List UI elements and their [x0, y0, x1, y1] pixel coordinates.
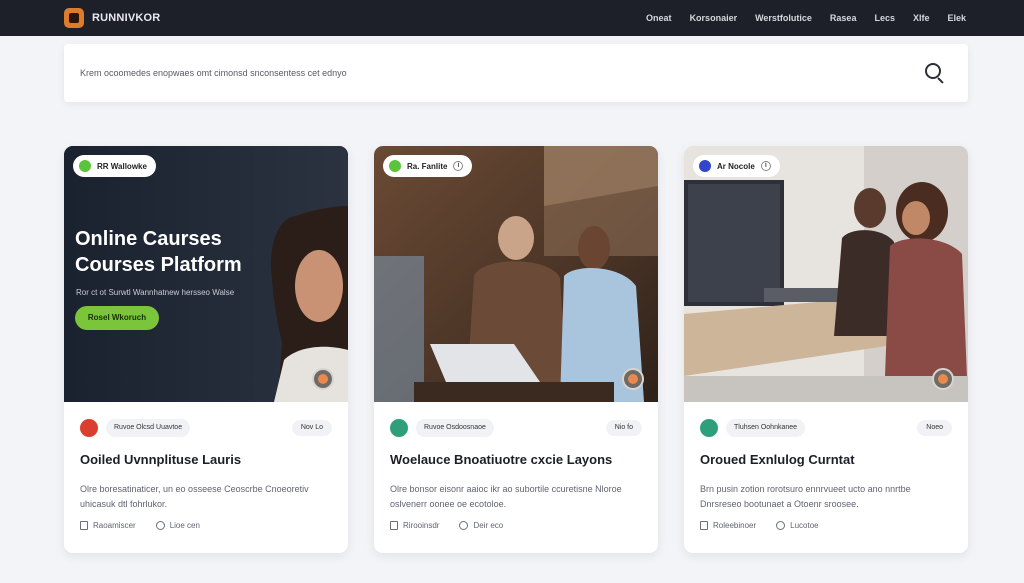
card-title[interactable]: Oroued Exnlulog Curntat: [700, 452, 952, 467]
info-icon[interactable]: i: [760, 161, 771, 171]
card-title[interactable]: Ooiled Uvnnplituse Lauris: [80, 452, 332, 467]
instructor-badge-icon: [312, 368, 334, 390]
rating-badge: Nov Lo: [291, 420, 332, 436]
hero-title: Online Caurses Courses Platform: [75, 228, 242, 276]
card-title[interactable]: Woelauce Bnoatiuotre cxcie Layons: [390, 452, 642, 467]
avatar: [390, 419, 408, 437]
card-body: Ruvoe Olcsd Uuavtoe Nov Lo Ooiled Uvnnpl…: [64, 402, 348, 553]
card-footer: Raoamiscer Lioe cen: [80, 521, 200, 530]
search-icon[interactable]: [924, 62, 946, 84]
category-label: RR Wallowke: [97, 161, 147, 171]
card-footer: Rirooinsdr Deir eco: [390, 521, 503, 530]
category-pill[interactable]: Ar Nocole i: [693, 155, 780, 177]
rating-badge: Nio fo: [605, 420, 642, 436]
duration: Deir eco: [459, 521, 503, 530]
hero-cta-button[interactable]: Rosel Wkoruch: [75, 306, 159, 330]
brand[interactable]: RUNNIVKOR: [64, 8, 160, 28]
avatar: [700, 419, 718, 437]
category-label: Ar Nocole: [717, 161, 755, 171]
course-card[interactable]: RR Wallowke Online Caurses Courses Platf…: [64, 146, 348, 553]
nav-item[interactable]: Rasea: [830, 13, 857, 23]
hero-subtitle: Ror ct ot Surwtl Wannhatnew hersseo Wals…: [76, 288, 235, 297]
nav-item[interactable]: Xlfe: [913, 13, 930, 23]
card-meta: Tluhsen Oohnkanee Noeo: [700, 418, 952, 438]
card-description: Olre bonsor eisonr aaioc ikr ao subortil…: [390, 484, 622, 509]
course-photo: [684, 146, 968, 402]
avatar: [80, 419, 98, 437]
clock-icon: [459, 521, 469, 530]
nav-item[interactable]: Korsonaier: [690, 13, 738, 23]
category-label: Ra. Fanlite: [407, 161, 448, 171]
status-dot-icon: [79, 160, 91, 172]
hero-banner: RR Wallowke Online Caurses Courses Platf…: [64, 146, 348, 402]
duration: Lucotoe: [776, 521, 819, 530]
search-bar: [64, 44, 968, 102]
course-card[interactable]: Ar Nocole i Tluhsen Oohnkanee Noeo Oroue…: [684, 146, 968, 553]
author[interactable]: Ruvoe Osdoosnaoe: [390, 419, 494, 437]
card-footer: Roleebinoer Lucotoe: [700, 521, 819, 530]
status-dot-icon: [389, 160, 401, 172]
author-name: Tluhsen Oohnkanee: [726, 419, 806, 437]
top-navbar: RUNNIVKOR Oneat Korsonaier Werstfolutice…: [0, 0, 1024, 36]
author-name: Ruvoe Osdoosnaoe: [416, 419, 494, 437]
course-thumbnail: Ar Nocole i: [684, 146, 968, 402]
nav-item[interactable]: Werstfolutice: [755, 13, 812, 23]
lessons-count: Roleebinoer: [700, 521, 756, 530]
document-icon: [390, 521, 398, 530]
lessons-count: Raoamiscer: [80, 521, 136, 530]
info-icon[interactable]: i: [453, 161, 464, 171]
card-body: Tluhsen Oohnkanee Noeo Oroued Exnlulog C…: [684, 402, 968, 553]
card-meta: Ruvoe Olcsd Uuavtoe Nov Lo: [80, 418, 332, 438]
card-meta: Ruvoe Osdoosnaoe Nio fo: [390, 418, 642, 438]
nav-menu: Oneat Korsonaier Werstfolutice Rasea Lec…: [646, 13, 966, 23]
clock-icon: [155, 521, 165, 530]
author-name: Ruvoe Olcsd Uuavtoe: [106, 419, 191, 437]
document-icon: [80, 521, 88, 530]
author[interactable]: Ruvoe Olcsd Uuavtoe: [80, 419, 191, 437]
card-description: Brn pusin zotion rorotsuro ennrvueet uct…: [700, 484, 911, 509]
nav-item[interactable]: Oneat: [646, 13, 672, 23]
nav-item[interactable]: Lecs: [874, 13, 895, 23]
card-body: Ruvoe Osdoosnaoe Nio fo Woelauce Bnoatiu…: [374, 402, 658, 553]
status-dot-icon: [699, 160, 711, 172]
course-photo: [374, 146, 658, 402]
nav-item[interactable]: Elek: [947, 13, 966, 23]
course-thumbnail: Ra. Fanlite i: [374, 146, 658, 402]
search-input[interactable]: [80, 68, 780, 78]
duration: Lioe cen: [155, 521, 200, 530]
author[interactable]: Tluhsen Oohnkanee: [700, 419, 806, 437]
clock-icon: [776, 521, 786, 530]
brand-name: RUNNIVKOR: [92, 12, 161, 24]
instructor-badge-icon: [932, 368, 954, 390]
document-icon: [700, 521, 708, 530]
instructor-badge-icon: [622, 368, 644, 390]
brand-logo-icon: [64, 8, 84, 28]
lessons-count: Rirooinsdr: [390, 521, 439, 530]
rating-badge: Noeo: [917, 420, 952, 436]
category-pill[interactable]: Ra. Fanlite i: [383, 155, 473, 177]
course-card[interactable]: Ra. Fanlite i Ruvoe Osdoosnaoe Nio fo Wo…: [374, 146, 658, 553]
card-description: Olre boresatinaticer, un eo osseese Ceos…: [80, 484, 309, 509]
category-pill[interactable]: RR Wallowke: [73, 155, 156, 177]
